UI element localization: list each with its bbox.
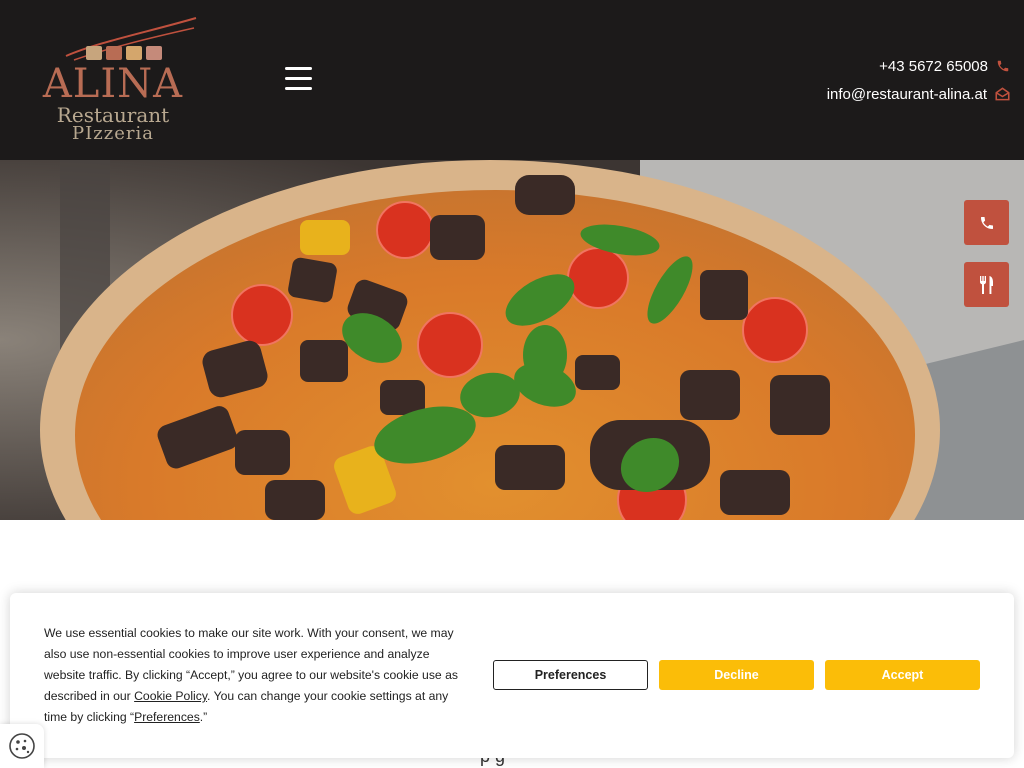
decline-button[interactable]: Decline xyxy=(659,660,814,690)
cookie-icon xyxy=(9,733,35,759)
site-header: ALINA Restaurant PIzzeria +43 5672 65008… xyxy=(0,0,1024,160)
cookie-policy-link[interactable]: Cookie Policy xyxy=(134,689,207,703)
cookie-settings-button[interactable] xyxy=(0,724,44,768)
header-email-text[interactable]: info@restaurant-alina.at xyxy=(827,86,987,103)
float-phone-button[interactable] xyxy=(964,200,1009,245)
preferences-button[interactable]: Preferences xyxy=(493,660,648,690)
logo-emblem xyxy=(65,17,197,61)
header-email[interactable]: info@restaurant-alina.at xyxy=(827,84,1010,104)
phone-icon xyxy=(980,216,993,229)
phone-icon xyxy=(997,60,1009,72)
header-phone-text[interactable]: +43 5672 65008 xyxy=(879,58,988,75)
logo-brand: ALINA xyxy=(42,61,184,107)
cookie-text-3: .” xyxy=(199,710,208,724)
header-phone[interactable]: +43 5672 65008 xyxy=(879,56,1010,76)
float-menu-button[interactable] xyxy=(964,262,1009,307)
pizza-illustration xyxy=(0,160,1024,520)
logo[interactable]: ALINA Restaurant PIzzeria xyxy=(18,14,208,146)
logo-subtitle-pizzeria: PIzzeria xyxy=(72,123,154,144)
hero-pizza-image xyxy=(0,160,1024,520)
envelope-open-icon xyxy=(995,87,1010,101)
preferences-link[interactable]: Preferences xyxy=(134,710,200,724)
accept-button[interactable]: Accept xyxy=(825,660,980,690)
cookie-banner: We use essential cookies to make our sit… xyxy=(10,593,1014,758)
hamburger-icon[interactable] xyxy=(282,64,316,94)
cookie-message: We use essential cookies to make our sit… xyxy=(44,623,474,728)
fork-knife-icon xyxy=(979,275,993,294)
